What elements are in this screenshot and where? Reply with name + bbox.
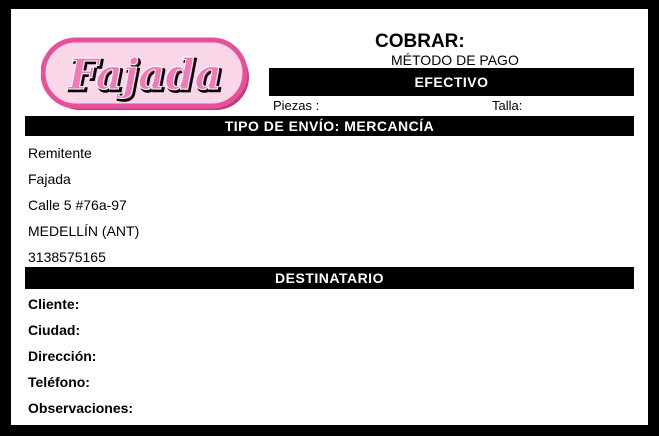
- telefono-field: Teléfono:: [28, 374, 90, 390]
- sender-city: MEDELLÍN (ANT): [28, 223, 140, 239]
- recipient-bar: DESTINATARIO: [25, 267, 634, 289]
- ciudad-field: Ciudad:: [28, 322, 81, 338]
- shipping-label: Fajada Fajada COBRAR: MÉTODO DE PAGO EFE…: [11, 9, 648, 425]
- direccion-field: Dirección:: [28, 348, 97, 364]
- sender-heading: Remitente: [28, 145, 92, 161]
- observaciones-field: Observaciones:: [28, 400, 134, 416]
- fajada-logo: Fajada Fajada: [41, 37, 249, 110]
- talla-label: Talla:: [492, 98, 523, 113]
- sender-name: Fajada: [28, 171, 71, 187]
- payment-method-label: MÉTODO DE PAGO: [391, 52, 519, 68]
- shipping-type-bar: TIPO DE ENVÍO: MERCANCÍA: [25, 116, 634, 136]
- cliente-field: Cliente:: [28, 296, 80, 312]
- piezas-label: Piezas :: [273, 98, 320, 113]
- svg-text:Fajada: Fajada: [67, 50, 222, 99]
- sender-address: Calle 5 #76a-97: [28, 197, 127, 213]
- sender-phone: 3138575165: [28, 249, 106, 265]
- cobrar-title: COBRAR:: [375, 31, 465, 52]
- payment-method-value: EFECTIVO: [269, 68, 634, 96]
